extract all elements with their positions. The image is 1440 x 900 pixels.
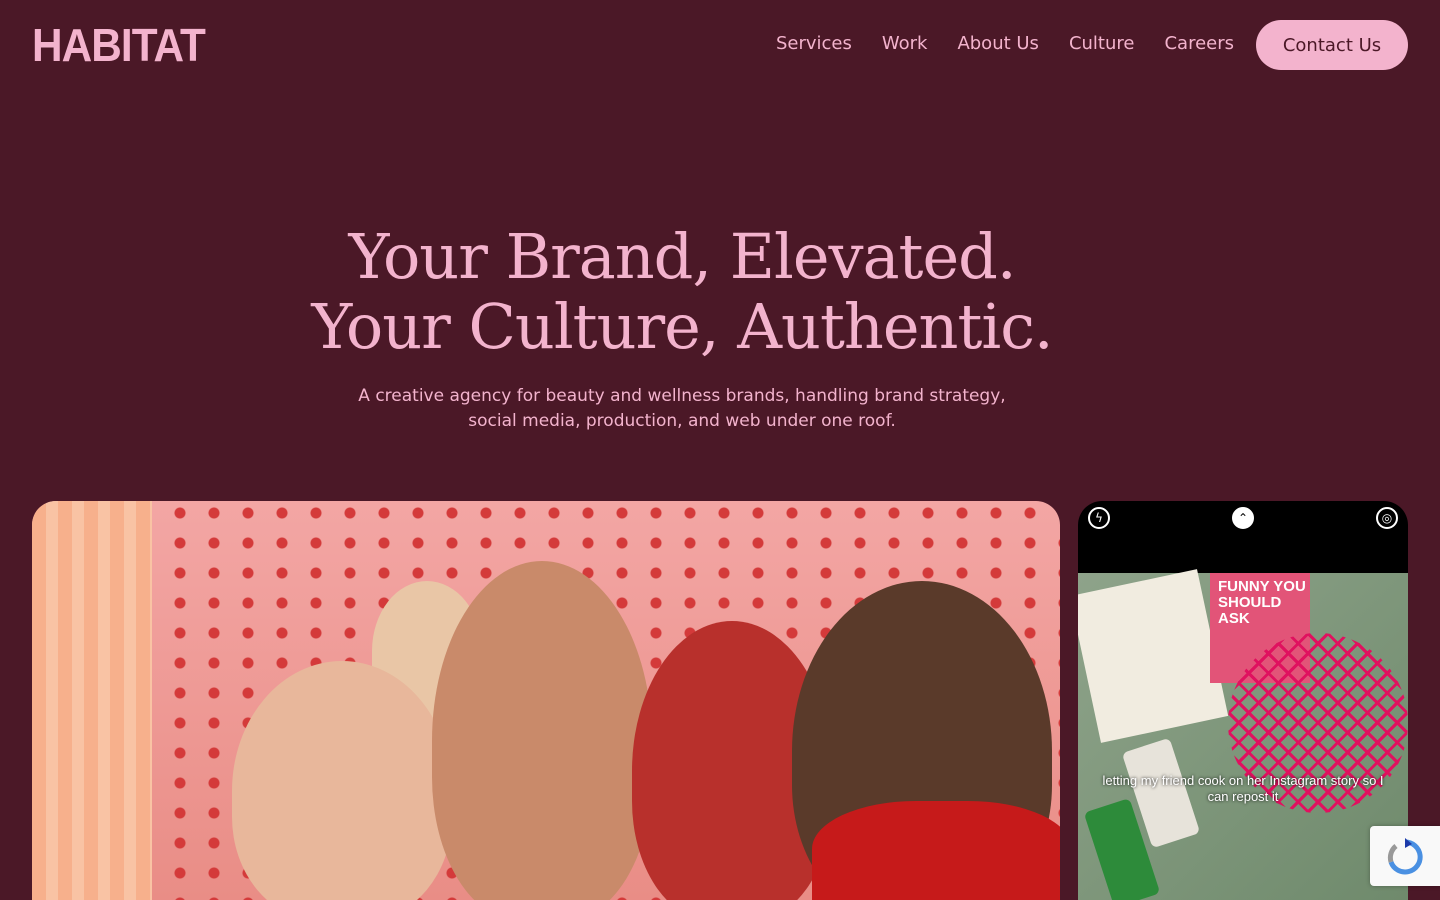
story-controls: ϟ ⌃ ◎: [1078, 507, 1408, 531]
person: [432, 561, 652, 900]
flash-off-icon[interactable]: ϟ: [1088, 507, 1110, 529]
hero-video[interactable]: [32, 501, 1060, 900]
main-nav: Services Work About Us Culture Careers: [776, 33, 1234, 54]
red-garment: [812, 801, 1060, 900]
nav-work[interactable]: Work: [882, 33, 928, 54]
recaptcha-badge[interactable]: [1370, 826, 1440, 886]
hero-title-line-1: Your Brand, Elevated.: [348, 220, 1016, 293]
story-photo: FUNNY YOU SHOULD ASK letting my friend c…: [1078, 569, 1408, 900]
live-off-icon[interactable]: ◎: [1376, 507, 1398, 529]
recaptcha-icon: [1387, 838, 1423, 875]
nav-about-us[interactable]: About Us: [957, 33, 1039, 54]
open-book: [1078, 569, 1229, 743]
hero-title: Your Brand, Elevated. Your Culture, Auth…: [0, 222, 1364, 362]
nav-services[interactable]: Services: [776, 33, 852, 54]
hero-subtitle: A creative agency for beauty and wellnes…: [358, 386, 1006, 431]
contact-us-button[interactable]: Contact Us: [1256, 20, 1408, 70]
nav-careers[interactable]: Careers: [1164, 33, 1234, 54]
magazine-title: FUNNY YOU SHOULD ASK: [1218, 578, 1306, 627]
curtain: [32, 501, 152, 900]
site-header: HABITAT Services Work About Us Culture C…: [0, 0, 1440, 90]
story-caption: letting my friend cook on her Instagram …: [1102, 773, 1384, 804]
social-video[interactable]: ϟ ⌃ ◎ FUNNY YOU SHOULD ASK letting my fr…: [1078, 501, 1408, 900]
hero-title-line-2: Your Culture, Authentic.: [311, 290, 1053, 363]
chevron-up-icon[interactable]: ⌃: [1232, 507, 1254, 529]
nav-culture[interactable]: Culture: [1069, 33, 1135, 54]
habitat-logo[interactable]: HABITAT: [32, 22, 206, 68]
